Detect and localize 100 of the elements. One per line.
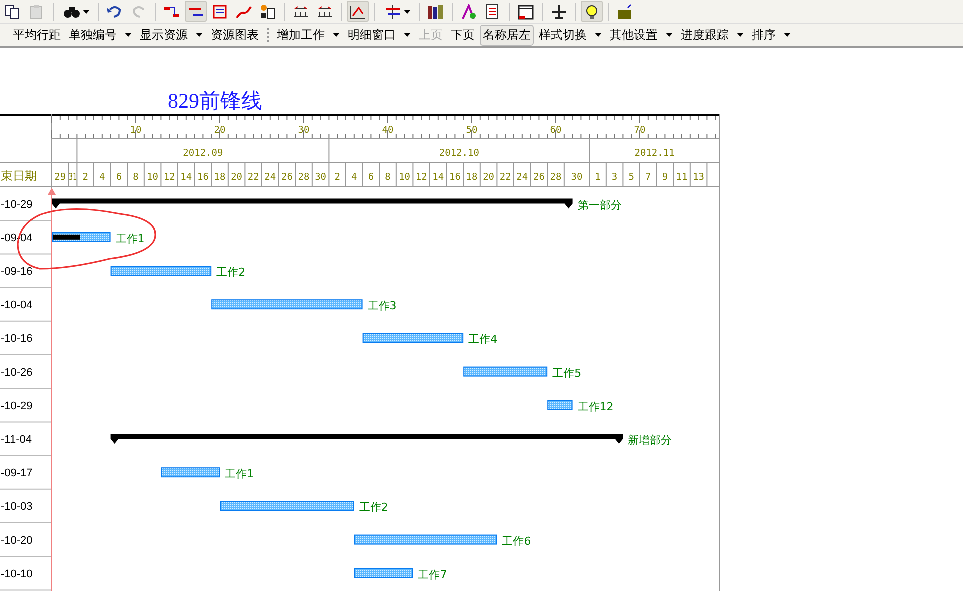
row-divider [0,422,52,423]
day-label: 11 [676,172,688,183]
day-label: 5 [628,172,634,183]
ruler-label: 20 [214,125,226,136]
end-date-cell: -10-04 [1,300,33,312]
day-label: 31 [69,172,80,183]
task-bar [548,400,573,410]
toolbar-menu-button[interactable]: 资源图表 [208,24,262,46]
ruler-label: 40 [382,125,394,136]
day-label: 26 [281,172,293,183]
task-label: 工作12 [578,400,614,414]
curve-icon [235,4,253,20]
day-label: 29 [54,172,66,183]
task-label: 工作5 [552,366,582,380]
calendar-icon [517,4,535,20]
arrows-icon [292,4,310,20]
day-label: 12 [164,172,176,183]
ruler-label: 70 [634,125,646,136]
end-date-cell: -10-29 [1,198,33,211]
month-label: 2012.11 [634,148,675,159]
day-label: 22 [500,172,512,183]
chart-icon [349,4,367,20]
caret-icon [404,33,411,37]
row-divider [0,488,52,490]
caret-icon [125,33,132,37]
chart-button[interactable] [347,1,369,22]
toolbar-menu-button[interactable]: 排序 [749,24,794,46]
task-label: 工作1 [225,468,254,481]
end-date-cell: -10-29 [1,400,33,412]
day-label: 9 [662,172,668,183]
end-date-cell: -10-03 [1,501,33,514]
month-label: 2012.10 [439,148,480,159]
copy-icon [4,4,22,20]
caret-icon [404,10,410,14]
folder-icon [616,4,634,20]
bars-button[interactable] [185,1,207,22]
undo-icon [106,4,124,20]
toolbar-menu-button[interactable]: 显示资源 [137,24,206,46]
day-label: 3 [612,172,618,183]
chart-title: 829前锋线 [167,88,264,114]
day-label: 26 [533,172,545,183]
day-label: 4 [352,172,358,183]
day-label: 12 [416,172,428,183]
day-label: 16 [197,172,209,183]
row-divider [0,590,52,591]
toolbar-menu-button[interactable]: 增加工作 [274,24,343,46]
day-label: 8 [385,172,391,183]
task-bar [161,468,220,478]
lightbulb-button[interactable] [581,1,603,22]
ruler-label: 30 [298,125,310,136]
day-label: 10 [399,172,411,183]
task-bar [354,568,414,578]
plane-icon [550,4,568,20]
toolbar-menu-button[interactable]: 下页 [448,24,478,46]
day-label: 16 [449,172,461,183]
day-label: 7 [646,172,652,183]
row-divider [0,455,52,456]
row-divider [0,220,52,222]
row-divider [0,556,52,558]
day-label: 18 [466,172,478,183]
column-header: 束日期 [1,169,37,183]
row-divider [0,287,52,288]
day-label: 14 [432,172,444,183]
toolbar-menu-button[interactable]: 样式切换 [536,24,605,46]
toolbar-menu-button[interactable]: 明细窗口 [345,24,414,46]
toolbar-menu-button[interactable]: 单独编号 [66,24,135,46]
day-label: 20 [231,172,243,183]
ruler-label: 50 [466,125,478,136]
task-label: 工作3 [368,300,397,313]
day-label: 30 [571,172,583,183]
toolbar-menu-button[interactable]: 其他设置 [607,24,676,46]
toolbar-menu-button[interactable]: 进度跟踪 [678,24,747,46]
ruler-label: 60 [550,125,562,136]
caret-icon [737,33,744,37]
toolbar-menu-button[interactable]: 名称居左 [480,24,534,46]
day-label: 2 [334,172,340,183]
day-label: 10 [147,172,159,183]
task-label: 工作2 [216,266,246,279]
list-icon [211,4,229,20]
paint-icon [460,4,478,20]
ruler-label: 10 [130,125,142,136]
day-label: 18 [214,172,226,183]
day-label: 28 [550,172,562,183]
day-label: 24 [516,172,528,183]
end-date-cell: -09-17 [1,468,33,480]
task-label: 工作2 [359,501,388,514]
day-label: 28 [298,172,310,183]
task-label: 工作7 [418,568,448,582]
caret-icon [333,33,340,37]
day-label: 6 [368,172,374,183]
summary-label: 第一部分 [578,198,622,212]
day-label: 24 [264,172,276,183]
day-label: 14 [180,172,192,183]
day-label: 4 [100,172,106,183]
toolbar-menu-button[interactable]: 平均行距 [10,24,64,46]
row-divider [0,354,52,356]
end-date-cell: -10-10 [1,568,33,580]
summary-label: 新增部分 [628,434,672,447]
shapes-icon [259,4,277,20]
end-date-cell: -10-20 [1,534,33,547]
